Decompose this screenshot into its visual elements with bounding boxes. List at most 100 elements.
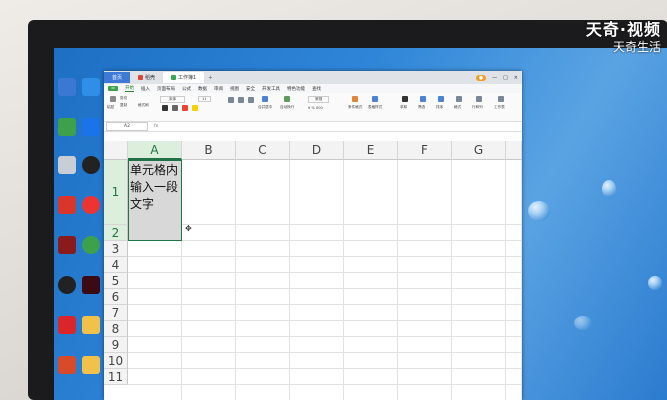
row-header[interactable]: 9	[104, 337, 128, 353]
wrap-icon[interactable]	[284, 96, 290, 102]
wechat-icon[interactable]	[82, 236, 100, 254]
grid-cell[interactable]	[128, 321, 182, 337]
worksheet-icon[interactable]	[498, 96, 504, 102]
number-format-buttons[interactable]: ¥ % 000	[308, 106, 323, 110]
row-column-icon[interactable]	[476, 96, 482, 102]
app-icon[interactable]	[82, 118, 100, 136]
maximize-icon[interactable]: □	[503, 75, 508, 81]
grid-cell[interactable]	[128, 289, 182, 305]
menu-item[interactable]: 数据	[198, 86, 207, 92]
conditional-format-icon[interactable]	[352, 96, 358, 102]
app-icon[interactable]	[58, 276, 76, 294]
grid-cell[interactable]	[290, 241, 344, 257]
filter-icon[interactable]	[420, 96, 426, 102]
grid-cell[interactable]	[398, 257, 452, 273]
flash-icon[interactable]	[58, 236, 76, 254]
menu-item[interactable]: 插入	[141, 86, 150, 92]
app-icon[interactable]	[82, 276, 100, 294]
grid-cell[interactable]	[290, 289, 344, 305]
grid-cell[interactable]	[182, 305, 236, 321]
column-header[interactable]: C	[236, 141, 290, 160]
network-icon[interactable]	[58, 118, 76, 136]
grid-cell[interactable]	[398, 305, 452, 321]
row-header[interactable]: 10	[104, 353, 128, 369]
grid-cell[interactable]	[290, 305, 344, 321]
grid-cell[interactable]	[290, 337, 344, 353]
sort-icon[interactable]	[438, 96, 444, 102]
menu-item[interactable]: 开发工具	[262, 86, 280, 92]
grid-cell[interactable]	[236, 305, 290, 321]
font-size-select[interactable]: 11	[198, 96, 211, 102]
file-menu-button[interactable]: ☰	[108, 86, 119, 91]
grid-cell[interactable]	[506, 321, 522, 337]
bold-icon[interactable]	[162, 105, 168, 111]
grid-cell[interactable]	[182, 273, 236, 289]
grid-cell[interactable]	[236, 225, 290, 241]
format-icon[interactable]	[456, 96, 462, 102]
app-icon[interactable]	[58, 196, 76, 214]
grid-cell[interactable]	[452, 369, 506, 385]
grid-cell[interactable]	[182, 337, 236, 353]
paste-icon[interactable]	[110, 96, 116, 102]
tab-docer[interactable]: 稻壳	[130, 72, 163, 83]
row-header[interactable]: 1	[104, 160, 128, 225]
table-style-icon[interactable]	[372, 96, 378, 102]
grid-cell[interactable]	[236, 321, 290, 337]
grid-cell[interactable]	[344, 289, 398, 305]
grid-cell[interactable]	[290, 225, 344, 241]
grid-cell[interactable]	[506, 241, 522, 257]
grid-cell[interactable]	[506, 337, 522, 353]
align-icon[interactable]	[228, 97, 234, 103]
ribbon-label[interactable]: 复制	[120, 103, 127, 108]
row-header[interactable]: 11	[104, 369, 128, 385]
grid-cell[interactable]	[128, 353, 182, 369]
grid-cell[interactable]	[290, 369, 344, 385]
grid-cell[interactable]	[398, 289, 452, 305]
grid-cell[interactable]	[452, 273, 506, 289]
grid-cell[interactable]	[236, 257, 290, 273]
menu-item[interactable]: 查找	[312, 86, 321, 92]
grid-cell[interactable]	[344, 257, 398, 273]
grid-cell[interactable]	[398, 241, 452, 257]
folder-icon[interactable]	[82, 316, 100, 334]
grid-cell[interactable]	[452, 257, 506, 273]
grid-cell[interactable]	[398, 337, 452, 353]
grid-cell[interactable]	[236, 385, 290, 400]
app-icon[interactable]	[58, 356, 76, 374]
grid-cell[interactable]	[344, 225, 398, 241]
ribbon-label[interactable]: 剪切	[120, 96, 127, 101]
grid-cell[interactable]	[506, 160, 522, 225]
menu-item[interactable]: 特色功能	[287, 86, 305, 92]
row-header[interactable]: 4	[104, 257, 128, 273]
grid-cell[interactable]	[182, 369, 236, 385]
grid-cell[interactable]	[344, 305, 398, 321]
merge-icon[interactable]	[262, 96, 268, 102]
grid-cell[interactable]	[344, 337, 398, 353]
sum-icon[interactable]	[402, 96, 408, 102]
ribbon-label[interactable]: 格式刷	[138, 103, 149, 108]
fx-icon[interactable]: fx	[154, 124, 158, 129]
tab-workbook[interactable]: 工作簿1	[163, 72, 205, 83]
tab-home[interactable]: 首页	[104, 72, 131, 83]
grid-cell[interactable]	[344, 353, 398, 369]
grid-cell[interactable]	[452, 321, 506, 337]
grid-cell[interactable]	[452, 225, 506, 241]
grid-cell[interactable]	[290, 385, 344, 400]
fill-color-icon[interactable]	[192, 105, 198, 111]
grid-cell[interactable]	[452, 160, 506, 225]
column-header[interactable]: D	[290, 141, 344, 160]
menu-item[interactable]: 公式	[182, 86, 191, 92]
menu-item[interactable]: 审阅	[214, 86, 223, 92]
row-header[interactable]: 3	[104, 241, 128, 257]
grid-cell[interactable]	[236, 160, 290, 225]
grid-cell[interactable]	[128, 273, 182, 289]
column-header[interactable]: E	[344, 141, 398, 160]
grid-cell[interactable]	[128, 305, 182, 321]
grid-cell[interactable]	[506, 225, 522, 241]
grid-cell[interactable]	[452, 385, 506, 400]
grid-cell[interactable]	[290, 353, 344, 369]
grid-cell[interactable]	[290, 160, 344, 225]
grid-cell[interactable]	[128, 337, 182, 353]
grid-cell[interactable]	[344, 273, 398, 289]
grid-cell[interactable]	[344, 369, 398, 385]
